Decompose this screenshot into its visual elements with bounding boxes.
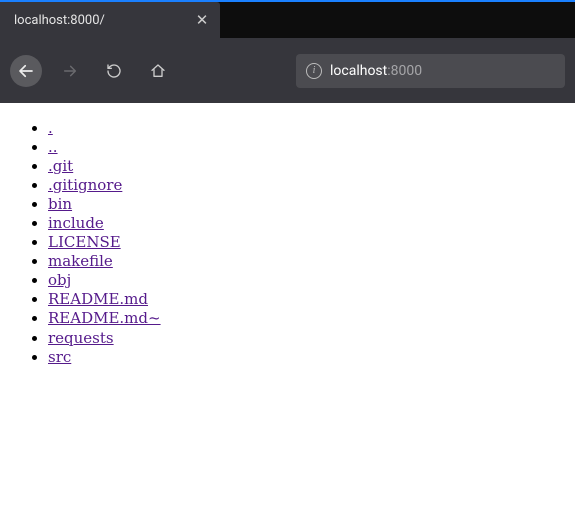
url-bar[interactable]: i localhost:8000 [296,54,565,88]
list-item: makefile [48,252,567,271]
file-link[interactable]: bin [48,195,72,213]
file-link[interactable]: .git [48,157,73,175]
file-link[interactable]: requests [48,329,114,347]
list-item: include [48,214,567,233]
tab-active[interactable]: localhost:8000/ ✕ [0,2,220,38]
list-item: README.md~ [48,309,567,328]
toolbar: i localhost:8000 [0,38,575,103]
url-port: :8000 [387,63,422,79]
file-link[interactable]: README.md [48,290,148,308]
list-item: bin [48,195,567,214]
list-item: .gitignore [48,176,567,195]
reload-icon [106,63,122,79]
close-icon[interactable]: ✕ [194,12,210,28]
arrow-right-icon [62,63,78,79]
browser-chrome: localhost:8000/ ✕ i localhost:8000 [0,0,575,103]
home-button[interactable] [142,55,174,87]
url-host: localhost [330,63,387,79]
list-item: .. [48,138,567,157]
list-item: . [48,119,567,138]
list-item: src [48,348,567,367]
file-link[interactable]: include [48,214,104,232]
file-link[interactable]: .. [48,138,58,156]
file-link[interactable]: LICENSE [48,233,121,251]
home-icon [150,63,166,79]
tab-strip-empty [220,2,575,38]
list-item: LICENSE [48,233,567,252]
list-item: obj [48,271,567,290]
tab-strip: localhost:8000/ ✕ [0,2,575,38]
list-item: requests [48,329,567,348]
file-link[interactable]: . [48,119,53,137]
file-link[interactable]: .gitignore [48,176,122,194]
file-link[interactable]: README.md~ [48,309,161,327]
page-content: ....git.gitignorebinincludeLICENSEmakefi… [0,103,575,383]
forward-button[interactable] [54,55,86,87]
arrow-left-icon [17,62,35,80]
list-item: README.md [48,290,567,309]
file-link[interactable]: makefile [48,252,113,270]
list-item: .git [48,157,567,176]
info-icon[interactable]: i [306,63,322,79]
reload-button[interactable] [98,55,130,87]
directory-listing: ....git.gitignorebinincludeLICENSEmakefi… [8,119,567,367]
back-button[interactable] [10,55,42,87]
url-text: localhost:8000 [330,63,422,79]
file-link[interactable]: obj [48,271,71,289]
file-link[interactable]: src [48,348,71,366]
tab-title: localhost:8000/ [14,13,194,28]
